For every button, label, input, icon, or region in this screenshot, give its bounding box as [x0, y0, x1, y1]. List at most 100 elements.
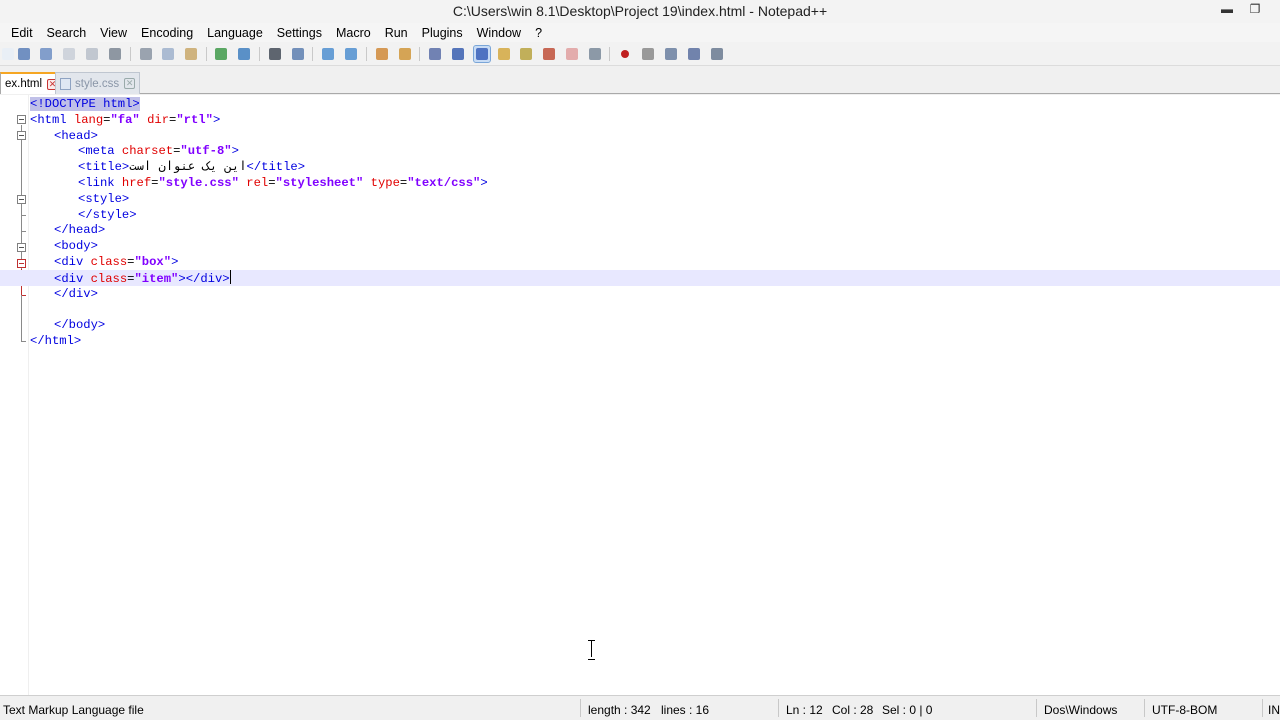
- close-all-icon[interactable]: [84, 46, 100, 62]
- sync-horizontal-icon[interactable]: [397, 46, 413, 62]
- code-token: "stylesheet": [275, 176, 364, 190]
- code-line-text: <style>: [78, 191, 129, 207]
- play-macro-icon[interactable]: [663, 46, 679, 62]
- code-line[interactable]: <body>: [0, 238, 1280, 254]
- code-line[interactable]: <html lang="fa" dir="rtl">: [0, 112, 1280, 128]
- find-glyph: [269, 48, 281, 60]
- code-token: "text/css": [407, 176, 481, 190]
- mouse-ibeam-cursor: [588, 640, 596, 660]
- menu-edit[interactable]: Edit: [4, 26, 40, 40]
- code-line[interactable]: <title>این یک عنوان است</title>: [0, 159, 1280, 175]
- code-editor[interactable]: <!DOCTYPE html> <html lang="fa" dir="rtl"…: [0, 95, 1280, 695]
- toolbar-separator: [312, 47, 313, 61]
- show-all-characters-glyph: [452, 48, 464, 60]
- show-all-characters-icon[interactable]: [450, 46, 466, 62]
- record-macro-icon[interactable]: [617, 46, 633, 62]
- new-file-icon[interactable]: [0, 46, 16, 62]
- code-line[interactable]: <style>: [0, 191, 1280, 207]
- code-token: <!DOCTYPE html>: [30, 97, 140, 111]
- redo-icon[interactable]: [236, 46, 252, 62]
- code-token: class: [90, 271, 128, 286]
- document-map-icon[interactable]: [518, 46, 534, 62]
- menu-run[interactable]: Run: [378, 26, 415, 40]
- code-line[interactable]: <link href="style.css" rel="stylesheet" …: [0, 175, 1280, 191]
- code-line[interactable]: <meta charset="utf-8">: [0, 143, 1280, 159]
- code-line-text: </html>: [30, 333, 81, 349]
- indent-guide-icon[interactable]: [473, 45, 491, 63]
- status-divider: [1036, 699, 1037, 717]
- tab-bar: ex.html ✕ style.css ✕: [0, 66, 1280, 94]
- status-file-type: Text Markup Language file: [3, 703, 144, 717]
- copy-icon[interactable]: [160, 46, 176, 62]
- code-line[interactable]: </body>: [0, 317, 1280, 333]
- cut-icon[interactable]: [138, 46, 154, 62]
- code-line[interactable]: </head>: [0, 222, 1280, 238]
- code-line[interactable]: <!DOCTYPE html>: [0, 96, 1280, 112]
- word-wrap-icon[interactable]: [427, 46, 443, 62]
- code-line-text: <!DOCTYPE html>: [30, 96, 140, 112]
- tab-label: ex.html: [5, 78, 43, 90]
- menu-encoding[interactable]: Encoding: [134, 26, 200, 40]
- file-icon: [60, 77, 71, 90]
- save-all-icon[interactable]: [38, 46, 54, 62]
- status-column: Col : 28: [832, 703, 874, 717]
- tab-style-css[interactable]: style.css ✕: [55, 72, 141, 94]
- code-token: <html: [30, 112, 74, 127]
- close-icon[interactable]: ✕: [124, 78, 136, 89]
- restore-button[interactable]: ❐: [1244, 2, 1266, 20]
- status-divider: [1262, 699, 1263, 717]
- menu-plugins[interactable]: Plugins: [415, 26, 470, 40]
- save-icon[interactable]: [16, 46, 32, 62]
- code-line-text: </div>: [54, 286, 98, 302]
- function-list-icon[interactable]: [541, 46, 557, 62]
- print-icon[interactable]: [107, 46, 123, 62]
- user-defined-language-icon[interactable]: [496, 46, 512, 62]
- sync-vertical-icon[interactable]: [374, 46, 390, 62]
- zoom-out-icon[interactable]: [343, 46, 359, 62]
- menu-help[interactable]: ?: [528, 26, 549, 40]
- code-line[interactable]: </div>: [0, 286, 1280, 302]
- paste-icon[interactable]: [183, 46, 199, 62]
- tab-label: style.css: [75, 77, 120, 90]
- monitoring-icon[interactable]: [587, 46, 603, 62]
- tab-index-html[interactable]: ex.html ✕: [0, 72, 64, 94]
- code-token: class: [90, 255, 128, 269]
- folder-as-workspace-icon[interactable]: [564, 46, 580, 62]
- menu-language[interactable]: Language: [200, 26, 270, 40]
- run-macro-multiple-icon[interactable]: [686, 46, 702, 62]
- zoom-in-icon[interactable]: [320, 46, 336, 62]
- menu-bar: Edit Search View Encoding Language Setti…: [0, 23, 1280, 42]
- status-lines: lines : 16: [661, 703, 710, 717]
- status-bar: Text Markup Language file length : 342 l…: [0, 695, 1280, 720]
- status-divider: [580, 699, 581, 717]
- stop-recording-icon[interactable]: [640, 46, 656, 62]
- menu-search[interactable]: Search: [40, 26, 94, 40]
- save-macro-icon[interactable]: [709, 46, 725, 62]
- code-line-text: <head>: [54, 128, 98, 144]
- minimize-button[interactable]: ▬: [1216, 2, 1238, 20]
- code-line[interactable]: <div class="item"></div>: [0, 269, 1280, 287]
- code-token: >: [212, 112, 221, 127]
- menu-macro[interactable]: Macro: [329, 26, 378, 40]
- sync-horizontal-glyph: [399, 48, 411, 60]
- code-token: "utf-8": [180, 144, 232, 159]
- code-token: >: [480, 176, 488, 190]
- status-selection: Sel : 0 | 0: [882, 703, 933, 717]
- code-line-text: <div class="item"></div>: [54, 269, 231, 287]
- undo-icon[interactable]: [213, 46, 229, 62]
- code-line[interactable]: <div class="box">: [0, 254, 1280, 270]
- code-line[interactable]: [0, 301, 1280, 317]
- find-icon[interactable]: [267, 46, 283, 62]
- menu-view[interactable]: View: [93, 26, 134, 40]
- code-line[interactable]: </style>: [0, 207, 1280, 223]
- menu-settings[interactable]: Settings: [270, 26, 329, 40]
- replace-icon[interactable]: [290, 46, 306, 62]
- close-icon[interactable]: [61, 46, 77, 62]
- code-token: <head>: [54, 128, 98, 143]
- code-line[interactable]: <head>: [0, 128, 1280, 144]
- code-line[interactable]: </html>: [0, 333, 1280, 349]
- menu-window[interactable]: Window: [470, 26, 528, 40]
- print-glyph: [109, 48, 121, 60]
- code-token: <div: [54, 271, 91, 286]
